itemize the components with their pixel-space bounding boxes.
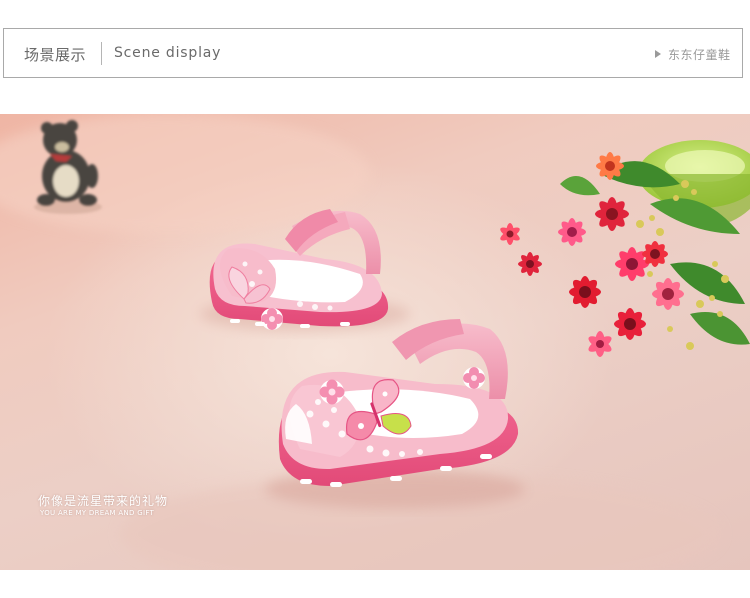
triangle-right-icon [655, 50, 661, 58]
section-header: 场景展示 Scene display 东东仔童鞋 [3, 28, 743, 78]
header-divider [101, 42, 102, 65]
section-title-cn: 场景展示 [24, 46, 87, 64]
product-scene-photo: 你像是流星带来的礼物 YOU ARE MY DREAM AND GIFT [0, 114, 750, 570]
sandal-front [265, 319, 525, 509]
section-title-en: Scene display [114, 45, 222, 61]
photo-caption-cn: 你像是流星带来的礼物 [38, 494, 169, 508]
scene-display-page: 场景展示 Scene display 东东仔童鞋 你像是流星带来的礼物 YOU … [0, 0, 750, 598]
photo-caption-en: YOU ARE MY DREAM AND GIFT [40, 509, 155, 517]
brand-label[interactable]: 东东仔童鞋 [668, 46, 731, 63]
